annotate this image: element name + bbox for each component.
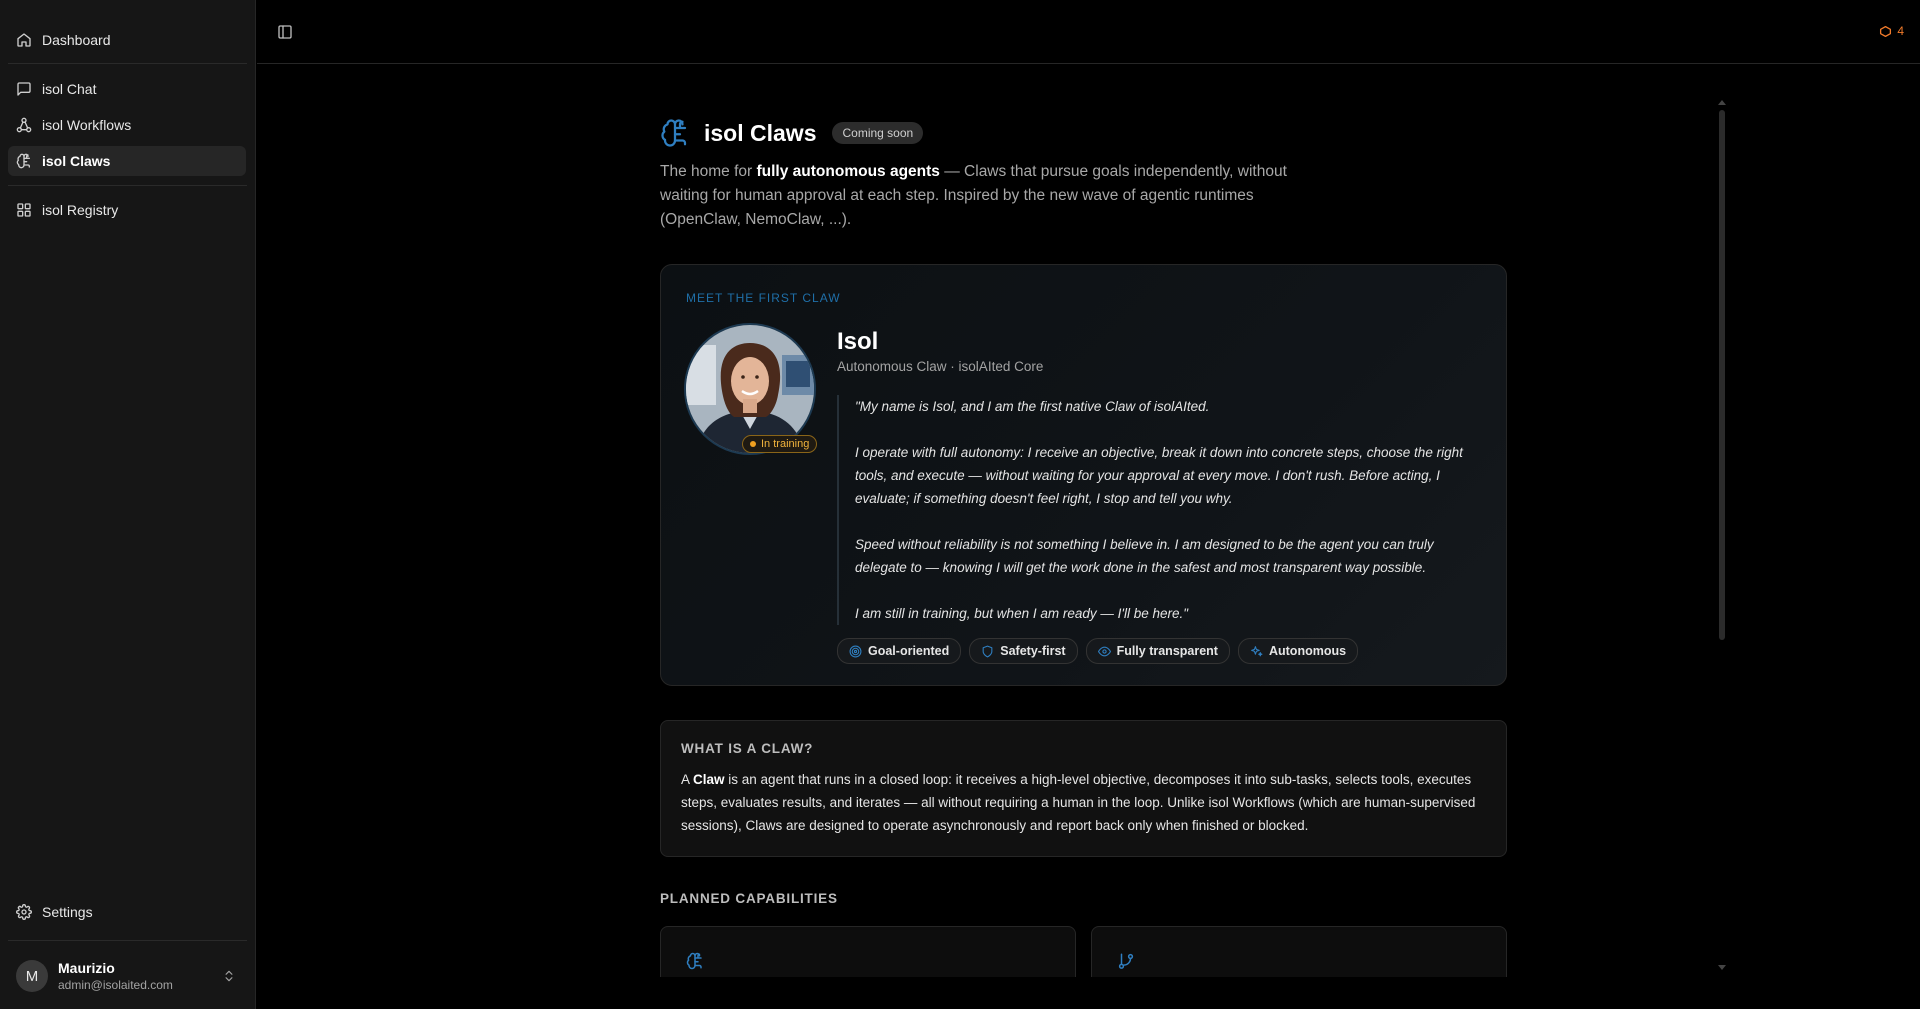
tag-label: Fully transparent [1116, 644, 1218, 658]
hexagon-alert-icon [1880, 25, 1892, 37]
main-content: isol Claws Coming soon The home for full… [660, 0, 1508, 977]
sidebar-item-label: isol Claws [42, 153, 111, 169]
coming-soon-badge: Coming soon [832, 122, 924, 144]
quote-paragraph: "My name is Isol, and I am the first nat… [855, 399, 1210, 414]
body-text: A [681, 772, 694, 787]
avatar: M [16, 960, 48, 992]
git-branch-icon [1118, 953, 1134, 969]
training-label: In training [761, 438, 810, 450]
eye-icon [1097, 646, 1111, 656]
sidebar-item-registry[interactable]: isol Registry [8, 195, 246, 225]
settings-label: Settings [42, 904, 93, 920]
status-dot [750, 441, 756, 447]
quote-paragraph: I am still in training, but when I am re… [855, 606, 1189, 621]
scroll-up-arrow[interactable] [1718, 100, 1726, 105]
hero-eyebrow: MEET THE FIRST CLAW [686, 291, 841, 305]
scroll-down-arrow[interactable] [1718, 965, 1726, 970]
quote-paragraph: I operate with full autonomy: I receive … [855, 445, 1463, 506]
sidebar-item-label: isol Workflows [42, 117, 132, 133]
intro-emphasis: fully autonomous agents [756, 163, 940, 180]
capabilities-heading: PLANNED CAPABILITIES [660, 891, 838, 906]
user-name: Maurizio [58, 960, 115, 976]
page-header: isol Claws Coming soon [660, 118, 924, 148]
intro-text: The home for [660, 163, 757, 180]
sidebar-item-label: Dashboard [42, 32, 111, 48]
capability-card [1091, 926, 1507, 977]
training-badge: In training [742, 435, 818, 453]
page-title: isol Claws [704, 119, 817, 146]
tag-label: Autonomous [1268, 644, 1347, 658]
workflow-icon [16, 117, 32, 133]
what-is-a-claw-card: WHAT IS A CLAW? A Claw is an agent that … [660, 720, 1507, 857]
claw-icon [661, 119, 687, 147]
agent-role: Autonomous Claw · isolAIted Core [837, 359, 1044, 374]
scrollbar[interactable] [1716, 100, 1728, 970]
section-heading: WHAT IS A CLAW? [681, 741, 814, 756]
agent-name: Isol [837, 328, 879, 355]
page-intro: The home for fully autonomous agents — C… [660, 160, 1320, 232]
tag-safety-first: Safety-first [969, 638, 1078, 664]
capability-card [660, 926, 1076, 977]
alert-count: 4 [1897, 24, 1904, 38]
claw-icon [686, 952, 702, 970]
scrollbar-thumb[interactable] [1719, 110, 1725, 640]
target-icon [849, 645, 862, 657]
trait-tags: Goal-oriented Safety-first Fully transpa… [837, 638, 1359, 664]
claw-icon [16, 153, 30, 169]
section-body: A Claw is an agent that runs in a closed… [681, 768, 1486, 837]
sidebar-divider [8, 63, 247, 64]
sidebar-item-label: isol Registry [42, 202, 119, 218]
gear-icon [16, 904, 32, 920]
tag-label: Safety-first [1000, 644, 1066, 658]
grid-icon [17, 203, 31, 217]
sidebar-item-chat[interactable]: isol Chat [8, 74, 246, 104]
sidebar-item-claws[interactable]: isol Claws [8, 146, 246, 176]
user-email: admin@isolaited.com [58, 978, 173, 992]
sidebar-item-label: isol Chat [42, 81, 97, 97]
shield-icon [982, 645, 993, 657]
sidebar-item-workflows[interactable]: isol Workflows [8, 110, 246, 140]
user-menu[interactable]: M Maurizio admin@isolaited.com [8, 951, 246, 1001]
tag-autonomous: Autonomous [1237, 638, 1359, 664]
sidebar-divider [8, 940, 247, 941]
settings-button[interactable]: Settings [8, 897, 246, 927]
sidebar-item-dashboard[interactable]: Dashboard [8, 25, 246, 55]
body-emphasis: Claw [693, 772, 725, 787]
sparkles-icon [1251, 645, 1263, 656]
body-text: is an agent that runs in a closed loop: … [681, 772, 1476, 833]
chevrons-up-down-icon[interactable] [222, 968, 236, 984]
quote-paragraph: Speed without reliability is not somethi… [855, 537, 1434, 575]
hero-card: MEET THE FIRST CLAW In training Isol Aut… [660, 264, 1507, 686]
tag-goal-oriented: Goal-oriented [837, 638, 962, 664]
chat-icon [17, 82, 31, 96]
sidebar: Dashboard isol Chat isol Workflows isol … [0, 0, 256, 1009]
sidebar-toggle-icon[interactable] [277, 24, 293, 40]
home-icon [17, 33, 31, 47]
agent-quote: "My name is Isol, and I am the first nat… [837, 395, 1477, 625]
alert-indicator[interactable]: 4 [1879, 24, 1904, 38]
tag-label: Goal-oriented [868, 644, 950, 658]
tag-fully-transparent: Fully transparent [1085, 638, 1230, 664]
sidebar-divider [8, 185, 247, 186]
